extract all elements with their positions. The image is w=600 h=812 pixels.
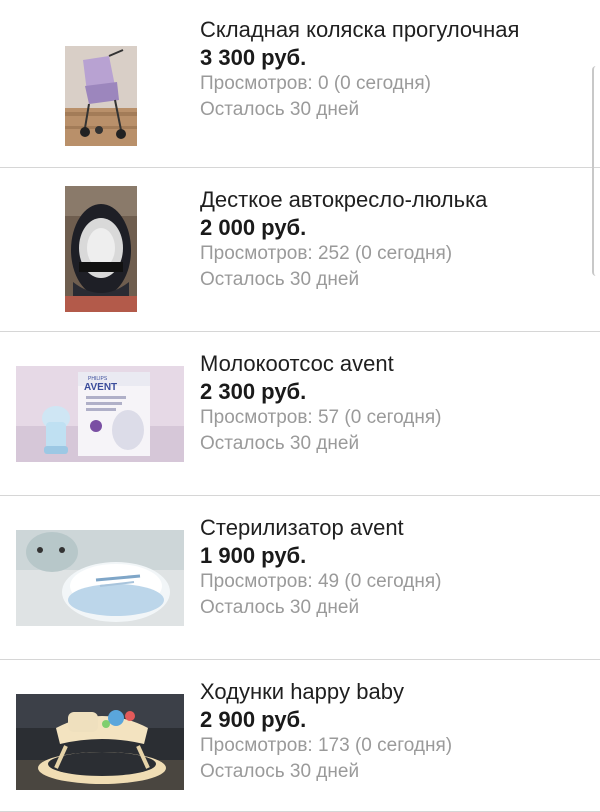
listing-item[interactable]: PHILIPS AVENT Молокоотсос avent 2 300 ру… (0, 332, 600, 496)
stroller-photo[interactable] (65, 46, 137, 146)
listing-remaining: Осталось 30 дней (200, 269, 360, 290)
listing-item[interactable]: Десткое автокресло-люлька 2 000 руб. Про… (0, 168, 600, 332)
listings-list: Складная коляска прогулочная 3 300 руб. … (0, 0, 600, 812)
baby-walker-photo[interactable] (16, 694, 184, 790)
listing-views: Просмотров: 252 (0 сегодня) (200, 243, 453, 264)
listing-remaining: Осталось 30 дней (200, 761, 360, 782)
listing-title[interactable]: Складная коляска прогулочная (200, 16, 580, 43)
car-seat-photo[interactable] (65, 186, 137, 312)
listing-remaining: Осталось 30 дней (200, 99, 360, 120)
sterilizer-photo[interactable] (16, 530, 184, 626)
listing-views: Просмотров: 0 (0 сегодня) (200, 73, 431, 94)
scrollbar[interactable] (592, 66, 600, 276)
listing-views: Просмотров: 173 (0 сегодня) (200, 735, 453, 756)
listing-title[interactable]: Ходунки happy baby (200, 678, 580, 705)
listing-remaining: Осталось 30 дней (200, 597, 360, 618)
listing-item[interactable]: Ходунки happy baby 2 900 руб. Просмотров… (0, 660, 600, 812)
listing-views: Просмотров: 57 (0 сегодня) (200, 407, 442, 428)
listing-price: 2 900 руб. (200, 707, 307, 732)
listing-title[interactable]: Десткое автокресло-люлька (200, 186, 580, 213)
listing-price: 3 300 руб. (200, 45, 307, 70)
listing-title[interactable]: Молокоотсос avent (200, 350, 580, 377)
breast-pump-photo[interactable]: PHILIPS AVENT (16, 366, 184, 462)
listing-views: Просмотров: 49 (0 сегодня) (200, 571, 442, 592)
listing-price: 2 300 руб. (200, 379, 307, 404)
listing-price: 1 900 руб. (200, 543, 307, 568)
pump-product-label: AVENT (84, 382, 117, 393)
listing-item[interactable]: Складная коляска прогулочная 3 300 руб. … (0, 0, 600, 168)
listing-item[interactable]: Стерилизатор avent 1 900 руб. Просмотров… (0, 496, 600, 660)
listing-title[interactable]: Стерилизатор avent (200, 514, 580, 541)
listing-price: 2 000 руб. (200, 215, 307, 240)
listing-remaining: Осталось 30 дней (200, 433, 360, 454)
